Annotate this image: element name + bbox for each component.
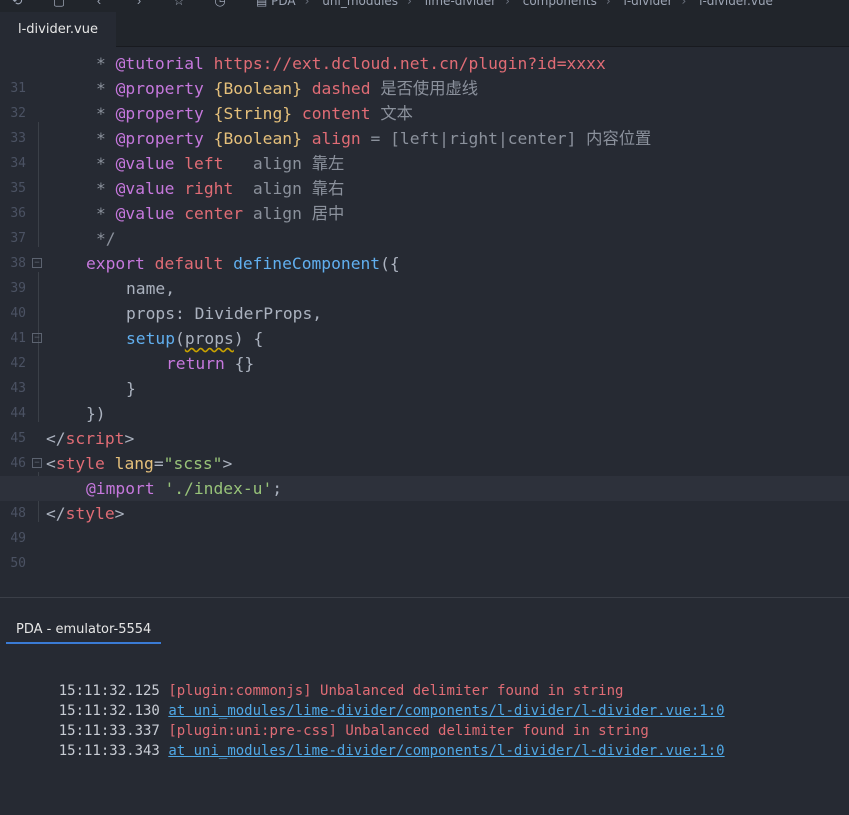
editor-tab-bar: l-divider.vue [0,12,849,47]
code-text: } [126,379,136,398]
console-panel: PDA - emulator-5554 15:11:32.125 [plugin… [0,597,849,815]
log-line: 15:11:32.130 at uni_modules/lime-divider… [25,681,725,719]
top-toolbar: ⟲ ▢ ‹ › ☆ ◷ ▤ PDA › uni_modules › lime-div… [0,0,849,12]
code-text: name, [126,279,176,298]
tab-l-divider-vue[interactable]: l-divider.vue [0,12,116,47]
code-line: 46 </script> [0,426,849,471]
code-line: 35 * @value left align 靠左 [0,151,849,196]
code-text: </style> [46,504,125,523]
code-editor[interactable]: 31 * @tutorial https://ext.dcloud.net.cn… [0,47,849,597]
code-text: * @value right align 靠右 [96,179,345,198]
code-line: 43 return {} [0,351,849,396]
log-line: 15:11:33.337 [plugin:uni:pre-css] Unbala… [25,701,649,739]
code-line: 50 [0,526,849,571]
code-text: * @tutorial https://ext.dcloud.net.cn/pl… [96,54,606,73]
breadcrumb-item[interactable]: l-divider [624,0,673,8]
code-text: <style lang="scss"> [46,454,233,473]
code-line: 45 }) [0,401,849,446]
fold-collapse-icon[interactable]: − [32,258,42,268]
log-file-link[interactable]: at uni_modules/lime-divider/components/l… [168,743,724,759]
code-line: 36 * @value right align 靠右 [0,176,849,221]
star-icon[interactable]: ☆ [172,0,186,8]
code-text: @import './index-u'; [86,479,283,498]
code-text: */ [96,229,116,248]
log-line: 15:11:32.125 [plugin:commonjs] Unbalance… [25,661,624,699]
code-line: 39 − export default defineComponent({ [0,251,849,296]
code-text: * @property {Boolean} align = [left|righ… [96,129,652,148]
code-line: 31 * @tutorial https://ext.dcloud.net.cn… [0,51,849,96]
code-text: </script> [46,429,135,448]
code-line: 41 props: DividerProps, [0,301,849,346]
tab-console-emulator[interactable]: PDA - emulator-5554 [6,622,162,644]
breadcrumb-item[interactable]: components [523,0,597,8]
code-text: props: DividerProps, [126,304,323,323]
fold-collapse-icon[interactable]: − [32,333,42,343]
code-line: 49 </style> [0,501,849,546]
code-text: * @property {String} content 文本 [96,104,413,123]
breadcrumb-folder-icon: ▤ [256,0,272,8]
log-timestamp: 15:11:33.343 [58,743,160,759]
rotate-icon[interactable]: ⟲ [10,0,24,8]
code-text: }) [86,404,106,423]
code-line: 34 * @property {Boolean} align = [left|r… [0,126,849,171]
code-text: * @property {Boolean} dashed 是否使用虚线 [96,79,479,98]
code-line: 42 − setup(props) { [0,326,849,371]
breadcrumb-item[interactable]: PDA [271,0,295,8]
code-line: 37 * @value center align 居中 [0,201,849,246]
code-line: 47 − <style lang="scss"> [0,451,849,496]
code-line: 40 name, [0,276,849,321]
breadcrumb-item[interactable]: uni_modules [322,0,398,8]
save-icon[interactable]: ▢ [52,0,66,8]
code-text: * @value left align 靠左 [96,154,345,173]
code-line: 38 */ [0,226,849,271]
breadcrumb-item[interactable]: lime-divider [425,0,496,8]
history-icon[interactable]: ◷ [213,0,227,8]
code-line: 32 * @property {Boolean} dashed 是否使用虚线 [0,76,849,121]
code-line: 33 * @property {String} content 文本 [0,101,849,146]
code-text: return {} [166,354,255,373]
back-icon[interactable]: ‹ [92,0,106,8]
breadcrumb-item[interactable]: l-divider.vue [699,0,773,8]
breadcrumb: ▤ PDA › uni_modules › lime-divider › compon… [256,0,773,8]
code-text: export default defineComponent({ [86,254,400,273]
line-number: 50 [10,556,26,571]
code-text: setup(props) { [126,329,264,348]
code-text: * @value center align 居中 [96,204,345,223]
fold-collapse-icon[interactable]: − [32,458,42,468]
log-line: 15:11:33.343 at uni_modules/lime-divider… [25,721,725,759]
code-line-active: 48 @import './index-u'; [0,476,849,521]
code-line: 44 } [0,376,849,421]
forward-icon[interactable]: › [132,0,146,8]
